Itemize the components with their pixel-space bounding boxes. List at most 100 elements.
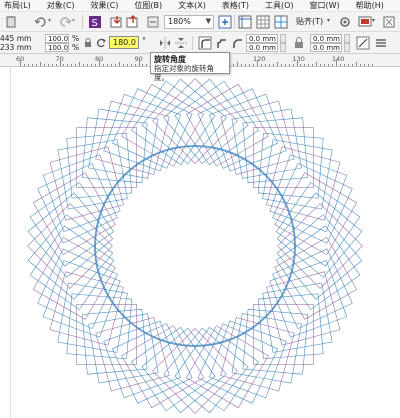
- menu-effects[interactable]: 效果(C): [85, 0, 119, 11]
- ruler-tick: [51, 64, 53, 66]
- spiro-square: [208, 93, 287, 172]
- svg-text:S: S: [92, 18, 98, 29]
- ruler-tick: [87, 64, 89, 66]
- ruler-tick: [67, 64, 69, 66]
- show-guidelines-icon[interactable]: [274, 15, 288, 29]
- spiro-square: [49, 146, 124, 221]
- corner-radius-top-left[interactable]: 0.0 mm: [246, 34, 278, 43]
- ruler-tick: [79, 62, 81, 66]
- import-icon[interactable]: [110, 15, 124, 29]
- ruler-tick: [114, 64, 116, 66]
- ruler-tick: [272, 64, 274, 66]
- ruler-tick: [351, 64, 353, 66]
- spin-button[interactable]: [344, 34, 350, 43]
- corner-radius-bottom-right[interactable]: 0.0 mm: [310, 43, 342, 52]
- ruler-tick: [253, 64, 255, 66]
- ruler-tick: [75, 64, 77, 66]
- spiro-square: [276, 192, 363, 278]
- corner-radius-top-right[interactable]: 0.0 mm: [310, 34, 342, 43]
- search-content-icon[interactable]: S: [88, 15, 102, 29]
- toolbar-separator: [192, 36, 193, 50]
- spiro-square: [208, 320, 287, 399]
- menu-tools[interactable]: 工具(O): [259, 0, 294, 11]
- ruler-tick: [138, 60, 140, 66]
- spin-button[interactable]: [280, 43, 286, 52]
- ruler-tick: [339, 64, 341, 66]
- scalloped-corner-icon[interactable]: [214, 36, 228, 50]
- lock-corners-icon[interactable]: [292, 36, 306, 50]
- ruler-tick: [328, 64, 330, 66]
- ruler-tick: [237, 62, 239, 66]
- ruler-tick: [332, 64, 334, 66]
- lock-ratio-icon[interactable]: [84, 38, 92, 48]
- ruler-tick: [312, 64, 314, 66]
- scale-y-input[interactable]: 100.0: [45, 43, 69, 52]
- show-rulers-icon[interactable]: [238, 15, 252, 29]
- rotation-degree-sign: °: [142, 36, 146, 45]
- ruler-tick: [31, 64, 33, 66]
- spiro-square: [220, 100, 295, 175]
- snap-to-button[interactable]: 贴齐(T): [296, 16, 323, 27]
- ruler-tick: [110, 64, 112, 66]
- ruler-tick: [288, 64, 290, 66]
- menu-table[interactable]: 表格(T): [216, 0, 249, 11]
- ruler-label: 120: [253, 55, 266, 63]
- show-grid-icon[interactable]: [256, 15, 270, 29]
- outline-width-icon[interactable]: [374, 36, 388, 50]
- spin-button[interactable]: [280, 34, 286, 43]
- scale-x-input[interactable]: 100.0: [45, 34, 69, 43]
- view-manager-dropdown-icon[interactable]: ▾: [372, 17, 375, 24]
- menu-window[interactable]: 窗口(W): [304, 0, 340, 11]
- object-width-field[interactable]: 445 mm: [0, 34, 31, 43]
- ruler-tick: [304, 64, 306, 66]
- ruler-tick: [55, 64, 57, 66]
- menu-text[interactable]: 文本(X): [172, 0, 206, 11]
- tooltip-title: 旋转角度: [154, 55, 186, 64]
- redo-dropdown-icon[interactable]: ▾: [72, 17, 75, 24]
- ruler-tick: [122, 64, 124, 66]
- mirror-horizontal-icon[interactable]: [158, 36, 172, 50]
- spin-button[interactable]: [344, 43, 350, 52]
- full-screen-preview-icon[interactable]: [218, 15, 232, 29]
- spiro-square: [103, 93, 182, 172]
- ruler-tick: [276, 62, 278, 66]
- application-launcher-icon[interactable]: [146, 15, 160, 29]
- menu-help[interactable]: 帮助(H): [350, 0, 384, 11]
- rotation-angle-input[interactable]: 180.0: [109, 36, 139, 49]
- standard-toolbar: ▾ ▾ S 180% ▼ 贴齐(T) ▾ ▾: [0, 12, 400, 32]
- redo-icon[interactable]: [58, 15, 72, 29]
- object-height-field[interactable]: 233 mm: [0, 43, 31, 52]
- ruler-tick: [130, 64, 132, 66]
- corner-radius-bottom-left[interactable]: 0.0 mm: [246, 43, 278, 52]
- page-border: [10, 67, 11, 418]
- menu-object[interactable]: 对象(C): [41, 0, 75, 11]
- snap-dropdown-icon[interactable]: ▾: [327, 17, 330, 24]
- round-corner-icon[interactable]: [198, 36, 212, 50]
- spiro-square: [163, 78, 249, 165]
- undo-dropdown-icon[interactable]: ▾: [48, 17, 51, 24]
- spiro-square: [49, 271, 124, 346]
- ruler-tick: [39, 62, 41, 66]
- mirror-vertical-icon[interactable]: [174, 36, 188, 50]
- ruler-tick: [35, 64, 37, 66]
- paste-icon[interactable]: [4, 15, 18, 29]
- view-manager-icon[interactable]: [358, 15, 372, 29]
- options-icon[interactable]: [338, 15, 352, 29]
- export-icon[interactable]: [126, 15, 140, 29]
- tooltip-description: 指定对象的旋转角度。: [154, 64, 214, 82]
- launch-icon[interactable]: [382, 15, 396, 29]
- undo-icon[interactable]: [34, 15, 48, 29]
- chamfered-corner-icon[interactable]: [230, 36, 244, 50]
- ruler-tick: [20, 60, 21, 66]
- ruler-tick: [95, 64, 97, 66]
- spirograph-artwork[interactable]: [0, 67, 400, 418]
- drawing-canvas[interactable]: [0, 67, 400, 418]
- scale-x-unit: %: [72, 34, 80, 43]
- ruler-tick: [336, 60, 337, 66]
- menu-bitmaps[interactable]: 位图(B): [128, 0, 162, 11]
- menu-layout[interactable]: 布局(L): [0, 0, 31, 11]
- ruler-tick: [260, 64, 262, 66]
- relative-corner-scaling-icon[interactable]: [356, 36, 370, 50]
- zoom-level-select[interactable]: 180% ▼: [164, 15, 214, 29]
- ruler-label: 130: [292, 55, 305, 63]
